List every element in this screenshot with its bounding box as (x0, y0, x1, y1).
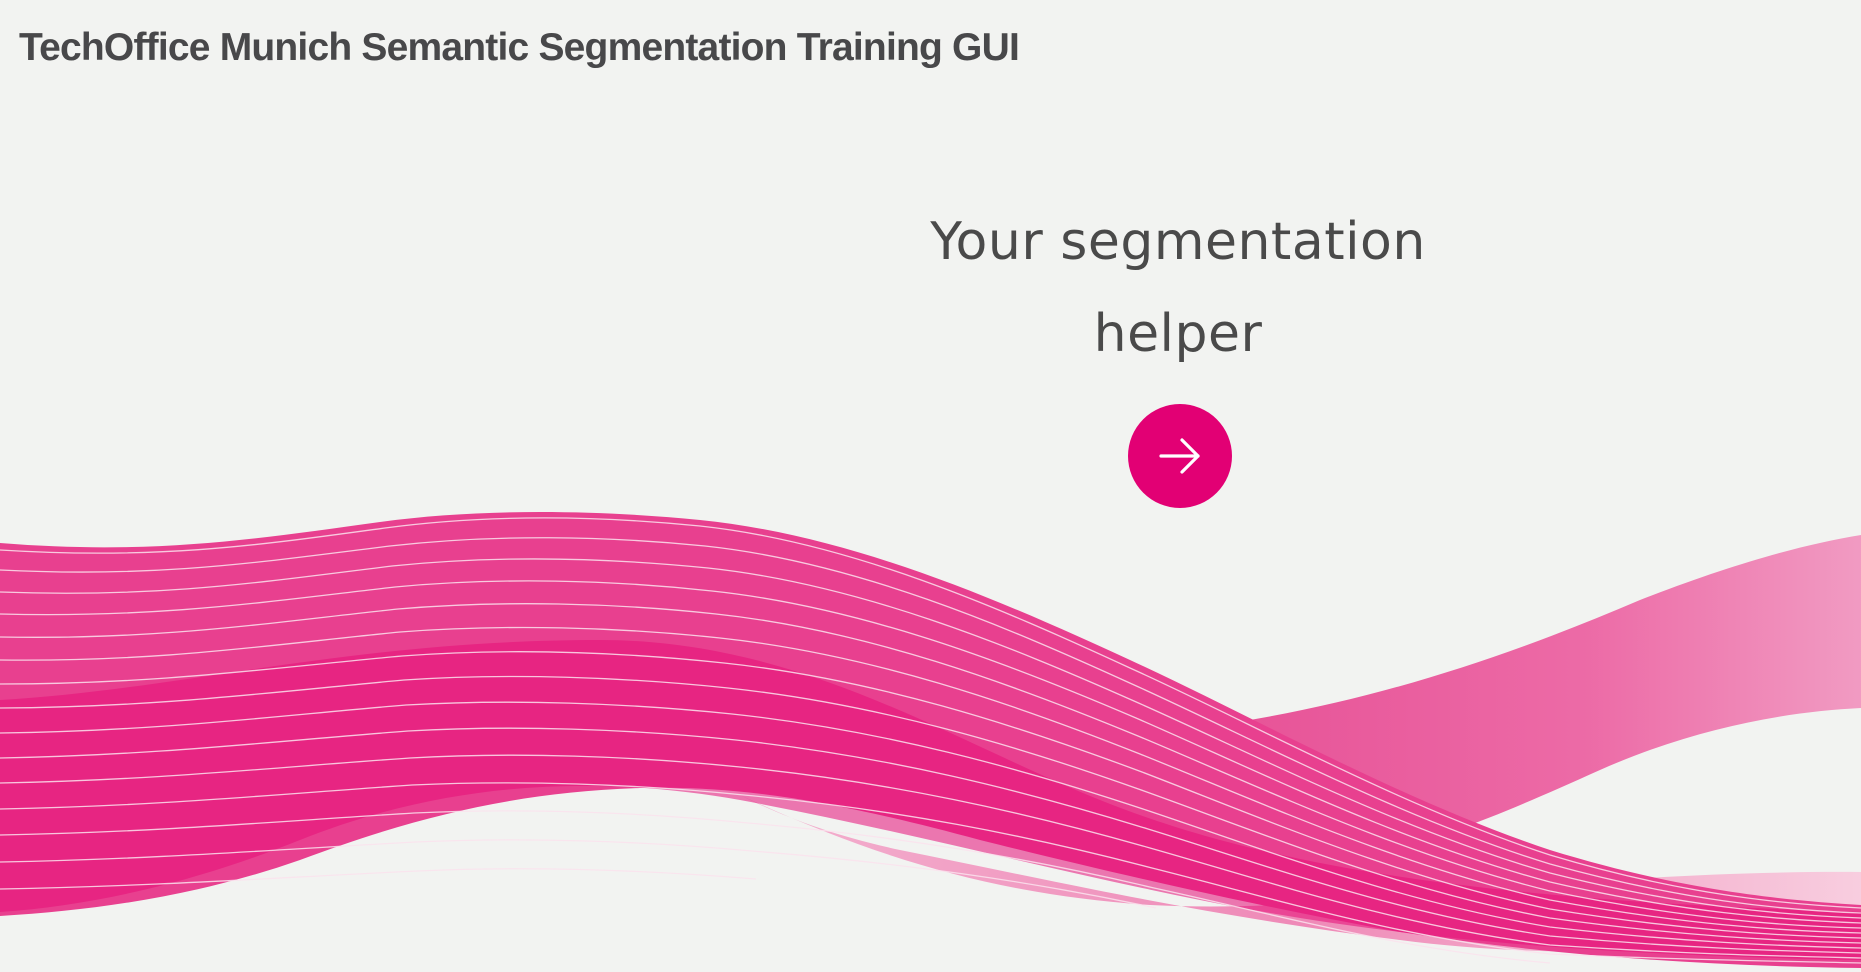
hero-section: Your segmentation helper (878, 196, 1478, 380)
arrow-right-icon (1159, 438, 1200, 474)
hero-heading-line-2: helper (1093, 304, 1263, 364)
hero-heading: Your segmentation helper (878, 196, 1478, 380)
hero-heading-line-1: Your segmentation (930, 212, 1426, 272)
start-button[interactable] (1128, 404, 1232, 508)
wave-decoration (0, 512, 1861, 968)
landing-page: TechOffice Munich Semantic Segmentation … (0, 0, 1861, 972)
